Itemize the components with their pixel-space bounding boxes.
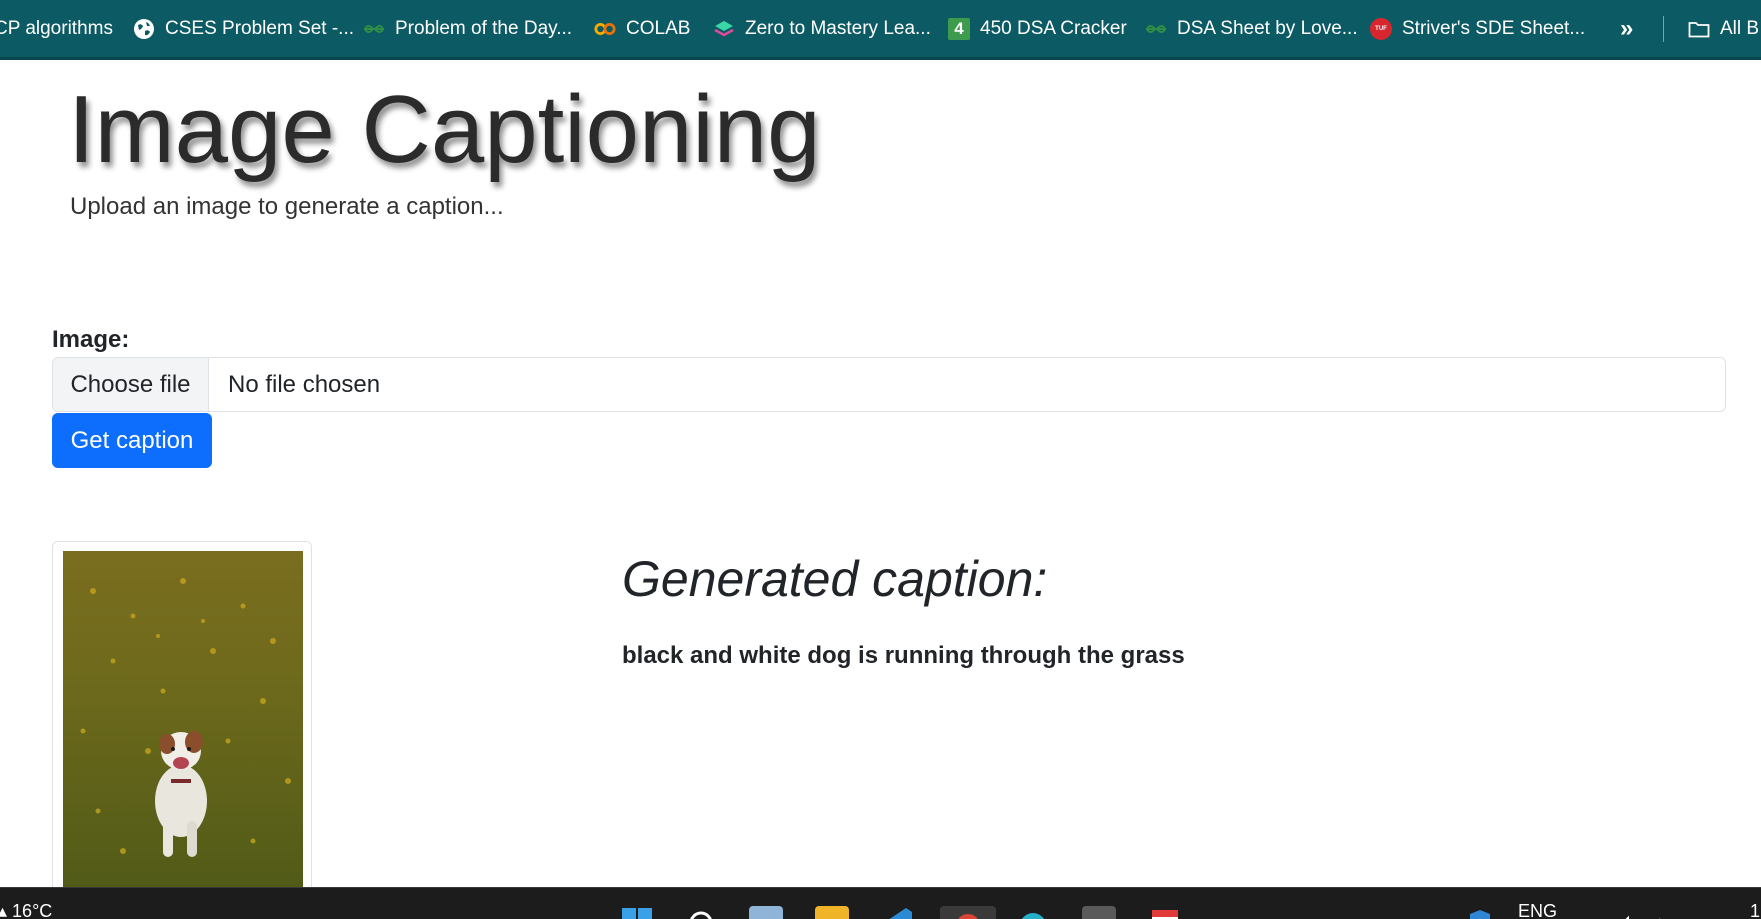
bookmark-label: COLAB <box>626 18 691 39</box>
windows-start-icon[interactable] <box>620 906 654 919</box>
bookmark-badge: 4 <box>954 19 964 38</box>
bookmark-problem-of-the-day[interactable]: Problem of the Day... <box>363 0 573 57</box>
ztm-icon <box>713 18 735 40</box>
file-status-text: No file chosen <box>228 370 381 398</box>
search-icon[interactable] <box>684 906 718 919</box>
bookmark-label: Problem of the Day... <box>395 18 573 39</box>
bookmark-cp-algorithms[interactable]: CP algorithms <box>0 0 113 57</box>
page-subtitle: Upload an image to generate a caption... <box>70 193 504 220</box>
globe-icon <box>133 18 155 40</box>
all-bookmarks-label: All B <box>1720 18 1760 39</box>
weather-widget[interactable]: ▴ 16°C <box>0 901 52 919</box>
bookmark-striver-sde-sheet[interactable]: TUF Striver's SDE Sheet... <box>1370 0 1586 57</box>
bookmark-label: DSA Sheet by Love... <box>1177 18 1358 39</box>
bookmark-badge: TUF <box>1375 26 1387 32</box>
security-shield-icon[interactable] <box>1468 906 1492 919</box>
colab-icon <box>594 18 616 40</box>
gfg-icon <box>363 18 385 40</box>
bookmark-450-dsa-cracker[interactable]: 4 450 DSA Cracker <box>948 0 1127 57</box>
calendar-app-icon[interactable] <box>1148 906 1182 919</box>
bookmark-colab[interactable]: COLAB <box>594 0 691 57</box>
bookmark-label: 450 DSA Cracker <box>980 18 1127 39</box>
more-bookmarks-glyph: » <box>1620 15 1634 42</box>
wifi-icon[interactable] <box>1580 906 1604 919</box>
generated-caption-text: black and white dog is running through t… <box>622 642 1185 669</box>
choose-file-button[interactable]: Choose file <box>53 358 209 411</box>
bookmark-label: CP algorithms <box>0 18 113 39</box>
language-indicator[interactable]: ENG <box>1518 901 1557 919</box>
bookmarks-bar: CP algorithms CSES Problem Set -... Prob… <box>0 0 1761 60</box>
generated-caption-heading: Generated caption: <box>622 551 1048 607</box>
dog-running-photo <box>63 551 303 899</box>
folder-icon <box>1688 18 1710 40</box>
number-four-icon: 4 <box>948 18 970 40</box>
edge-icon[interactable] <box>1016 906 1050 919</box>
weather-arrow-glyph: ▴ <box>0 901 12 919</box>
tuf-icon: TUF <box>1370 18 1392 40</box>
vscode-icon[interactable] <box>882 906 916 919</box>
weather-temperature: 16°C <box>12 901 53 919</box>
task-view-icon[interactable] <box>749 906 783 919</box>
bookmark-zero-to-mastery[interactable]: Zero to Mastery Lea... <box>713 0 931 57</box>
uploaded-image-preview <box>63 551 303 899</box>
bookmark-cses[interactable]: CSES Problem Set -... <box>133 0 355 57</box>
bookmark-label: Striver's SDE Sheet... <box>1402 18 1586 39</box>
image-field-label: Image: <box>52 326 130 353</box>
page-title: Image Captioning <box>68 76 821 183</box>
volume-icon[interactable] <box>1614 906 1638 919</box>
bookmark-label: Zero to Mastery Lea... <box>745 18 931 39</box>
bookmarks-divider <box>1663 16 1664 42</box>
clock-text[interactable]: 1 <box>1750 901 1760 919</box>
chevron-double-right-icon[interactable]: » <box>1620 0 1634 57</box>
bookmark-dsa-sheet-love[interactable]: DSA Sheet by Love... <box>1145 0 1358 57</box>
bookmark-label: CSES Problem Set -... <box>165 18 355 39</box>
file-explorer-icon[interactable] <box>815 906 849 919</box>
gfg-icon <box>1145 18 1167 40</box>
all-bookmarks-button[interactable]: All B <box>1688 0 1760 57</box>
get-caption-button[interactable]: Get caption <box>52 413 212 468</box>
image-file-input[interactable]: Choose file No file chosen <box>52 357 1726 412</box>
uploaded-image-card <box>52 541 312 901</box>
terminal-icon[interactable] <box>1082 906 1116 919</box>
chrome-icon[interactable] <box>940 906 996 919</box>
windows-taskbar: ▴ 16°C ENG 1 <box>0 887 1761 919</box>
battery-icon[interactable] <box>1646 906 1670 919</box>
